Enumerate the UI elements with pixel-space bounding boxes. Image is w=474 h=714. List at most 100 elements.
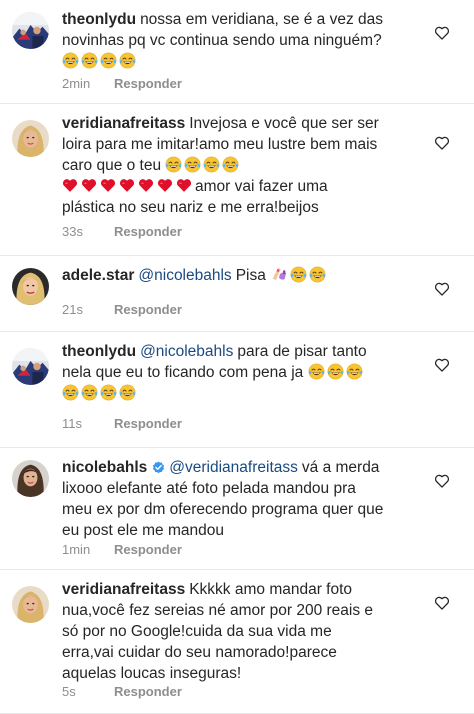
comment-text-segment: nossa em veridiana, se é a vez das [140, 11, 384, 28]
comment-meta: 2min Responder [62, 76, 182, 91]
comment-timestamp: 21s [62, 302, 83, 317]
comment-line: aquelas loucas inseguras! [62, 663, 432, 684]
comment-meta: 21s Responder [62, 302, 182, 317]
comment-item: veridianafreitass Kkkkk amo mandar foto n… [0, 570, 474, 714]
comment-line: theonlydu nossa em veridiana, se é a vez … [62, 9, 432, 30]
face-with-tears-of-joy-emoji [81, 384, 98, 401]
face-with-tears-of-joy-emoji [223, 156, 239, 173]
comment-timestamp: 1min [62, 542, 91, 557]
comment-text: adele.star @nicolebahls Pisa [62, 265, 432, 286]
comment-text-segment: só por no Google!cuida da sua vida me [62, 623, 332, 640]
comment-text-segment: amor vai fazer uma [195, 178, 328, 195]
avatar[interactable] [12, 586, 49, 623]
avatar[interactable] [12, 348, 49, 385]
comment-line: adele.star @nicolebahls Pisa [62, 265, 432, 286]
comment-meta: 33s Responder [62, 224, 182, 239]
comment-meta: 11s Responder [62, 416, 182, 431]
comment-text-segment: nela que eu to ficando com pena ja [62, 364, 304, 381]
comment-text: theonlydu @nicolebahls para de pisar tanto… [62, 341, 432, 404]
comment-text-segment: vá a merda [301, 459, 380, 476]
comment-timestamp: 2min [62, 76, 91, 91]
comment-timestamp: 11s [62, 416, 82, 431]
comment-text: nicolebahls @veridianafreitass vá a merda … [62, 457, 432, 541]
face-with-tears-of-joy-emoji [81, 52, 98, 69]
user-mention-link[interactable]: @veridianafreitass [169, 459, 298, 476]
comment-line: só por no Google!cuida da sua vida me [62, 621, 432, 642]
heart-outline-icon[interactable] [434, 136, 450, 150]
comment-line [62, 383, 432, 404]
face-with-tears-of-joy-emoji [308, 363, 325, 380]
red-heart-emoji [157, 179, 173, 192]
face-with-tears-of-joy-emoji [100, 384, 117, 401]
comment-line: nua,você fez sereias né amor por 200 rea… [62, 600, 432, 621]
red-heart-emoji [100, 179, 116, 192]
comment-line: meu ex por dm oferecendo programa quer q… [62, 499, 432, 520]
reply-button[interactable]: Responder [114, 302, 182, 317]
red-heart-emoji [81, 179, 97, 192]
comment-username[interactable]: veridianafreitass [62, 115, 185, 132]
comment-line: erra,vai cuidar do seu namorado!parece [62, 642, 432, 663]
comment-text-segment: lixooo elefante até foto pelada mandou p… [62, 480, 356, 497]
face-with-tears-of-joy-emoji [62, 384, 79, 401]
heart-outline-icon[interactable] [434, 282, 450, 296]
face-with-tears-of-joy-emoji [309, 266, 326, 283]
comment-meta: 1min Responder [62, 542, 182, 557]
avatar[interactable] [12, 460, 49, 497]
comment-username[interactable]: nicolebahls [62, 459, 147, 476]
face-with-tears-of-joy-emoji [119, 52, 136, 69]
user-mention-link[interactable]: @nicolebahls [138, 267, 231, 284]
comment-line: nela que eu to ficando com pena ja [62, 362, 432, 383]
comment-timestamp: 5s [62, 684, 76, 699]
comment-text-segment: loira para me imitar!amo meu lustre bem … [62, 136, 378, 153]
comment-item: theonlydu nossa em veridiana, se é a vez … [0, 0, 474, 104]
comment-line: lixooo elefante até foto pelada mandou p… [62, 478, 432, 499]
comment-line: plástica no seu nariz e me erra!beijos [62, 197, 432, 218]
comment-timestamp: 33s [62, 224, 83, 239]
reply-button[interactable]: Responder [114, 76, 182, 91]
reply-button[interactable]: Responder [114, 416, 182, 431]
heart-outline-icon[interactable] [434, 358, 450, 372]
comment-line: veridianafreitass Invejosa e você que ser… [62, 113, 432, 134]
comment-text: veridianafreitass Kkkkk amo mandar foto n… [62, 579, 432, 684]
comment-username[interactable]: theonlydu [62, 343, 136, 360]
comment-text-segment: nua,você fez sereias né amor por 200 rea… [62, 602, 374, 619]
red-heart-emoji [119, 179, 135, 192]
comment-username[interactable]: adele.star [62, 267, 134, 284]
avatar[interactable] [12, 12, 49, 49]
face-with-tears-of-joy-emoji [290, 266, 307, 283]
heart-outline-icon[interactable] [434, 474, 450, 488]
face-with-tears-of-joy-emoji [346, 363, 363, 380]
comment-text-segment: erra,vai cuidar do seu namorado!parece [62, 644, 337, 661]
comment-text-segment: plástica no seu nariz e me erra!beijos [62, 199, 319, 216]
verified-badge-icon [153, 461, 165, 474]
avatar[interactable] [12, 120, 49, 157]
comment-text: theonlydu nossa em veridiana, se é a vez … [62, 9, 432, 72]
comment-username[interactable]: theonlydu [62, 11, 136, 28]
reply-button[interactable]: Responder [114, 684, 182, 699]
comment-text: veridianafreitass Invejosa e você que ser… [62, 113, 432, 218]
reply-button[interactable]: Responder [114, 224, 182, 239]
comment-meta: 5s Responder [62, 684, 182, 699]
heart-outline-icon[interactable] [434, 596, 450, 610]
comment-item: theonlydu @nicolebahls para de pisar tanto… [0, 332, 474, 448]
comment-line: veridianafreitass Kkkkk amo mandar foto [62, 579, 432, 600]
comment-text-segment: novinhas pq vc continua sendo uma ningué… [62, 32, 382, 49]
comment-line [62, 51, 432, 72]
comment-text-segment: Kkkkk amo mandar foto [189, 581, 353, 598]
comment-line: amor vai fazer uma [62, 176, 432, 197]
comment-line: theonlydu @nicolebahls para de pisar tanto [62, 341, 432, 362]
comment-item: adele.star @nicolebahls Pisa 21s Responder [0, 256, 474, 332]
comment-line: nicolebahls @veridianafreitass vá a merda [62, 457, 432, 478]
comment-text-segment: caro que o teu [62, 157, 162, 174]
face-with-tears-of-joy-emoji [204, 156, 220, 173]
red-heart-emoji [62, 179, 78, 192]
comment-item: nicolebahls @veridianafreitass vá a merda … [0, 448, 474, 570]
comment-text-segment: Pisa [235, 267, 266, 284]
comment-username[interactable]: veridianafreitass [62, 581, 185, 598]
face-with-tears-of-joy-emoji [62, 52, 79, 69]
heart-outline-icon[interactable] [434, 26, 450, 40]
face-with-tears-of-joy-emoji [119, 384, 136, 401]
user-mention-link[interactable]: @nicolebahls [140, 343, 233, 360]
avatar[interactable] [12, 268, 49, 305]
reply-button[interactable]: Responder [114, 542, 182, 557]
